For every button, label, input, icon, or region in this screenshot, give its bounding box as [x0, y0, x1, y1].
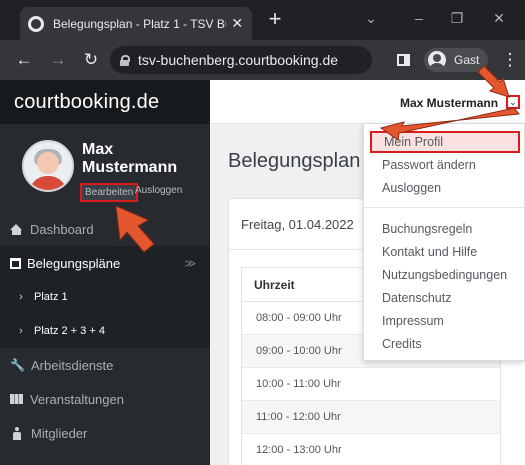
browser-menu-icon[interactable]: ⋮ — [499, 50, 521, 70]
wrench-icon: 🔧 — [10, 358, 25, 372]
topbar-user-name[interactable]: Max Mustermann — [400, 96, 498, 110]
user-panel: Max Mustermann Bearbeiten Ausloggen — [0, 124, 210, 216]
profile-label: Gast — [454, 53, 480, 67]
menu-item-datenschutz[interactable]: Datenschutz — [364, 287, 525, 309]
site-favicon-icon — [28, 15, 44, 32]
tab-close-icon[interactable]: ✕ — [230, 15, 244, 32]
calendar-icon — [10, 257, 21, 269]
browser-tab-active[interactable]: Belegungsplan - Platz 1 - TSV Bu ✕ — [20, 7, 252, 40]
browser-toolbar: ← → ↻ tsv-buchenberg.courtbooking.de Gas… — [0, 40, 525, 80]
user-avatar — [22, 140, 74, 192]
menu-item-passwort-aendern[interactable]: Passwort ändern — [364, 154, 525, 176]
sidebar-item-label: Platz 2 + 3 + 4 — [34, 325, 105, 337]
menu-divider — [364, 207, 525, 208]
back-arrow-icon[interactable]: ← — [13, 50, 35, 70]
user-first-name: Max — [82, 141, 114, 158]
sidebar-item-dashboard[interactable]: Dashboard — [0, 212, 210, 246]
home-icon — [10, 223, 23, 235]
menu-item-buchungsregeln[interactable]: Buchungsregeln — [364, 218, 525, 240]
sidebar-logout-link[interactable]: Ausloggen — [135, 185, 182, 196]
maximize-icon[interactable]: ❐ — [447, 10, 467, 26]
sidebar-item-label: Veranstaltungen — [30, 391, 124, 407]
app-topbar: Max Mustermann ⌄ — [210, 80, 525, 124]
schedule-date: Freitag, 01.04.2022 — [241, 217, 354, 232]
table-row[interactable]: 11:00 - 12:00 Uhr — [242, 401, 500, 434]
user-dropdown-menu: Mein Profil Passwort ändern Ausloggen Bu… — [363, 123, 525, 361]
chevron-right-icon: › — [19, 291, 23, 303]
menu-item-mein-profil[interactable]: Mein Profil — [370, 131, 520, 153]
sidebar-item-label: Dashboard — [30, 221, 94, 237]
sidebar-item-veranstaltungen[interactable]: Veranstaltungen — [0, 382, 210, 416]
minimize-icon[interactable]: – — [409, 10, 429, 26]
edit-profile-link[interactable]: Bearbeiten — [80, 183, 139, 202]
expand-chevrons-icon: ≫ — [184, 257, 196, 270]
sidebar-item-label: Platz 1 — [34, 291, 68, 303]
sidebar-item-belegungsplaene[interactable]: Belegungspläne ≫ — [0, 246, 210, 280]
sidebar-item-mitglieder[interactable]: Mitglieder — [0, 416, 210, 450]
menu-item-kontakt-und-hilfe[interactable]: Kontakt und Hilfe — [364, 241, 525, 263]
sidebar-item-label: Belegungspläne — [27, 255, 121, 271]
app-sidebar: courtbooking.de Max Mustermann Bearbeite… — [0, 80, 210, 465]
sidebar-item-label: Arbeitsdienste — [31, 357, 114, 373]
url-text: tsv-buchenberg.courtbooking.de — [138, 52, 339, 68]
sidebar-subitem-platz-2-3-4[interactable]: › Platz 2 + 3 + 4 — [0, 314, 210, 348]
map-icon — [10, 394, 23, 404]
lock-icon — [120, 54, 130, 66]
sidebar-item-arbeitsdienste[interactable]: 🔧 Arbeitsdienste — [0, 348, 210, 382]
browser-profile-button[interactable]: Gast — [424, 48, 488, 72]
menu-item-credits[interactable]: Credits — [364, 333, 525, 355]
browser-tab-bar: Belegungsplan - Platz 1 - TSV Bu ✕ + ⌄ –… — [0, 0, 525, 40]
menu-item-ausloggen[interactable]: Ausloggen — [364, 177, 525, 199]
table-row[interactable]: 10:00 - 11:00 Uhr — [242, 368, 500, 401]
tab-title: Belegungsplan - Platz 1 - TSV Bu — [53, 16, 227, 31]
tab-search-dropdown-icon[interactable]: ⌄ — [361, 10, 381, 26]
user-menu-chevron-icon[interactable]: ⌄ — [506, 95, 520, 109]
menu-item-nutzungsbedingungen[interactable]: Nutzungsbedingungen — [364, 264, 525, 286]
sidebar-item-label: Mitglieder — [31, 425, 88, 441]
page-title: Belegungsplan — [228, 150, 361, 172]
window-close-icon[interactable]: ✕ — [489, 10, 509, 26]
reload-icon[interactable]: ↻ — [80, 50, 102, 70]
side-panel-icon[interactable] — [397, 54, 410, 66]
address-bar[interactable]: tsv-buchenberg.courtbooking.de — [110, 46, 372, 74]
chevron-right-icon: › — [19, 325, 23, 337]
forward-arrow-icon[interactable]: → — [47, 50, 69, 70]
new-tab-button[interactable]: + — [263, 8, 287, 32]
user-last-name: Mustermann — [82, 159, 178, 176]
person-icon — [13, 426, 21, 440]
profile-avatar-icon — [428, 51, 446, 69]
brand-logo[interactable]: courtbooking.de — [0, 80, 210, 124]
sidebar-subitem-platz-1[interactable]: › Platz 1 — [0, 280, 210, 314]
menu-item-impressum[interactable]: Impressum — [364, 310, 525, 332]
table-row[interactable]: 12:00 - 13:00 Uhr — [242, 434, 500, 465]
